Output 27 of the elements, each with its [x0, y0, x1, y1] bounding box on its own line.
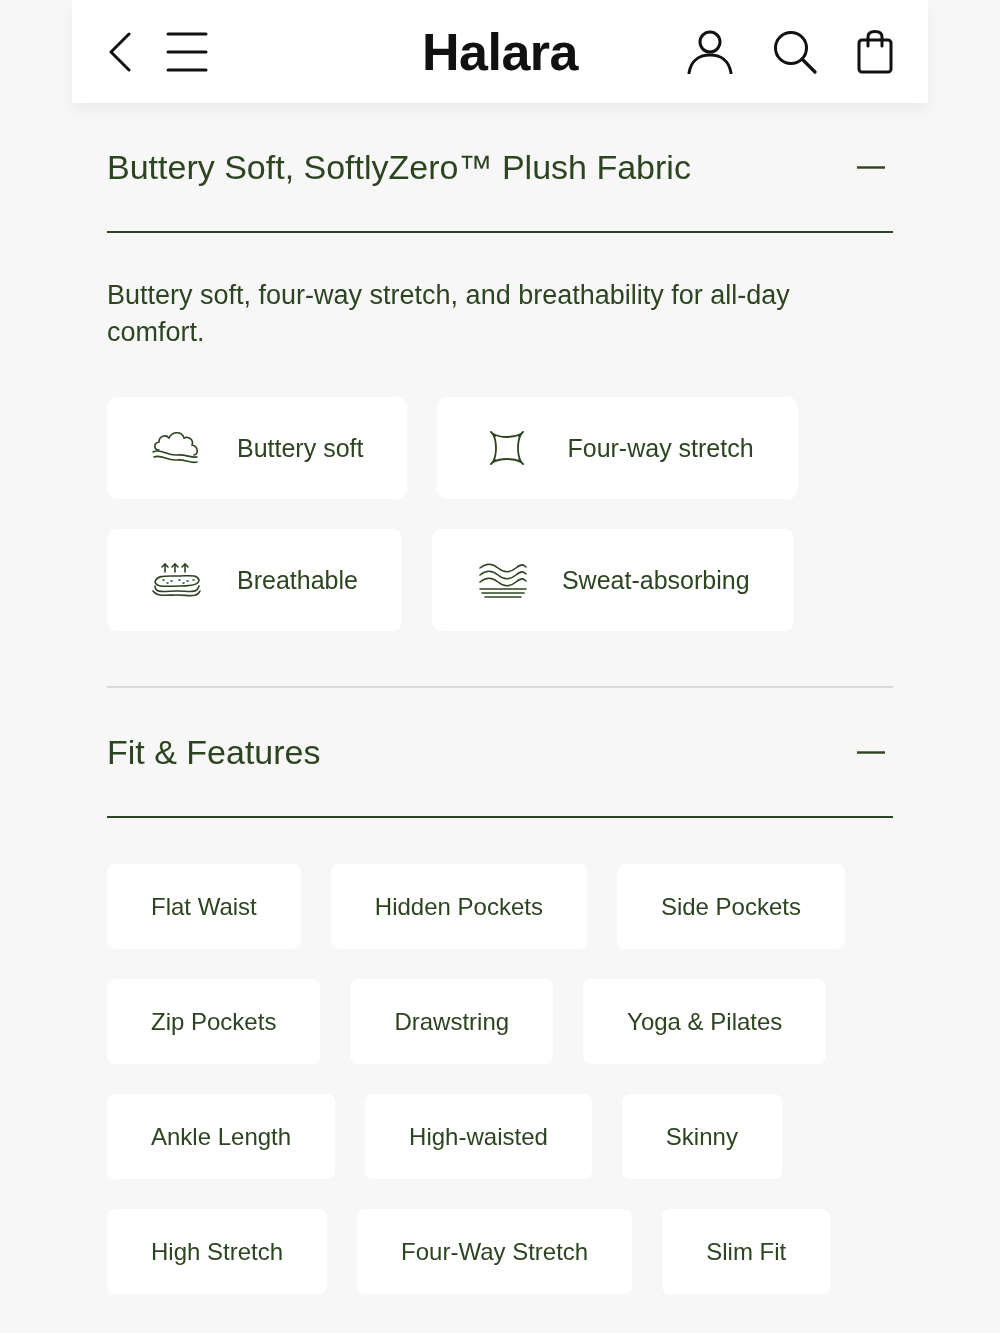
feature-tag: Four-Way Stretch	[357, 1209, 633, 1294]
section-toggle[interactable]: Buttery Soft, SoftlyZero™ Plush Fabric	[107, 103, 893, 233]
search-icon[interactable]	[773, 29, 817, 74]
feature-label: Breathable	[237, 565, 358, 595]
feature-tag: Drawstring	[350, 979, 554, 1064]
back-icon[interactable]	[108, 31, 132, 72]
shopping-bag-icon[interactable]	[857, 29, 893, 74]
section-description: Buttery soft, four-way stretch, and breathability for all-day comfort.	[107, 279, 791, 349]
feature-label: Sweat-absorbing	[561, 565, 750, 595]
feature-tag: Zip Pockets	[107, 979, 321, 1064]
feature-tag: Skinny	[621, 1094, 782, 1179]
feature-tag: Flat Waist	[107, 864, 301, 949]
feature-tag: Side Pockets	[616, 864, 845, 949]
brand-logo[interactable]: Halara	[422, 21, 578, 82]
section-title: Buttery Soft, SoftlyZero™ Plush Fabric	[107, 147, 691, 187]
account-icon[interactable]	[687, 29, 733, 74]
section-title: Fit & Features	[107, 732, 321, 772]
feature-tag: Hidden Pockets	[330, 864, 587, 949]
feature-tag: High Stretch	[107, 1209, 328, 1294]
feature-label: Buttery soft	[237, 433, 364, 463]
feature-tag: Yoga & Pilates	[583, 979, 827, 1064]
menu-icon[interactable]	[166, 31, 208, 72]
feature-label: Four-way stretch	[567, 433, 754, 463]
feature-tag: Ankle Length	[107, 1094, 336, 1179]
feature-tag: High-waisted	[365, 1094, 592, 1179]
feature-tag: Slim Fit	[662, 1209, 831, 1294]
section-toggle[interactable]: Fit & Features	[107, 688, 893, 818]
